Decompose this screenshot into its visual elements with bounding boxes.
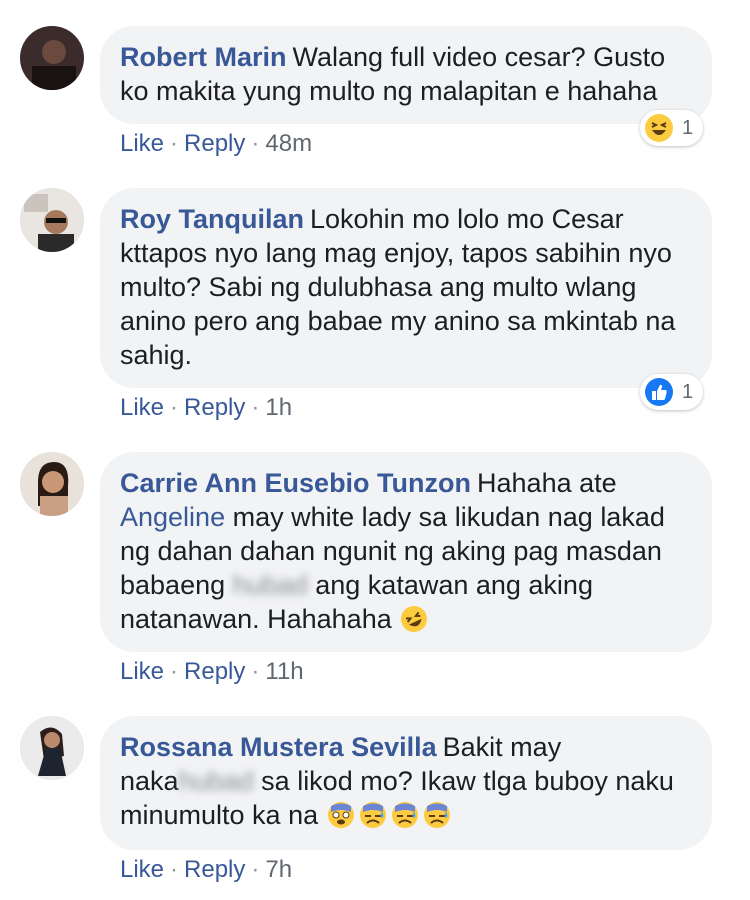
haha-emoji-icon — [645, 114, 673, 142]
rofl-emoji-icon — [401, 606, 428, 632]
timestamp[interactable]: 1h — [265, 394, 292, 421]
comment-bubble: Carrie Ann Eusebio Tunzon Hahaha ate Ange… — [100, 452, 712, 652]
comment-bubble: Roy Tanquilan Lokohin mo lolo mo Cesar kt… — [100, 188, 712, 388]
mention-link[interactable]: Angeline — [120, 502, 225, 532]
comment-actions: Like · Reply · 11h — [120, 658, 304, 686]
sad-sweat-face-icon — [359, 802, 386, 828]
blurred-word: hubad — [178, 766, 254, 796]
reply-link[interactable]: Reply — [184, 856, 245, 883]
separator: · — [170, 394, 179, 421]
blurred-word: hubad — [232, 570, 308, 600]
timestamp[interactable]: 11h — [265, 658, 303, 685]
separator: · — [251, 658, 260, 685]
timestamp[interactable]: 48m — [265, 130, 312, 157]
comment-actions: Like · Reply · 48m — [120, 130, 312, 158]
comment-author[interactable]: Roy Tanquilan — [120, 204, 304, 234]
sad-sweat-face-icon — [391, 802, 418, 828]
reaction-count: 1 — [682, 380, 694, 403]
comment-author[interactable]: Carrie Ann Eusebio Tunzon — [120, 468, 471, 498]
comment-author[interactable]: Robert Marin — [120, 42, 287, 72]
separator: · — [251, 856, 260, 883]
comment-bubble: Robert Marin Walang full video cesar? Gus… — [100, 26, 712, 124]
like-link[interactable]: Like — [120, 856, 164, 883]
reply-link[interactable]: Reply — [184, 130, 245, 157]
avatar[interactable] — [20, 188, 84, 252]
separator: · — [170, 130, 179, 157]
avatar[interactable] — [20, 452, 84, 516]
reaction-count: 1 — [682, 116, 694, 139]
reaction-badge[interactable]: 1 — [640, 110, 704, 146]
comment-text: Hahaha ate — [477, 468, 617, 498]
separator: · — [170, 658, 179, 685]
comment-bubble: Rossana Mustera Sevilla Bakit may nakahub… — [100, 716, 712, 850]
comment-actions: Like · Reply · 1h — [120, 394, 292, 422]
like-link[interactable]: Like — [120, 658, 164, 685]
comment-actions: Like · Reply · 7h — [120, 856, 292, 884]
fearful-face-icon — [327, 802, 354, 828]
like-link[interactable]: Like — [120, 130, 164, 157]
sad-sweat-face-icon — [423, 802, 450, 828]
avatar[interactable] — [20, 716, 84, 780]
reaction-badge[interactable]: 1 — [640, 374, 704, 410]
separator: · — [251, 130, 260, 157]
timestamp[interactable]: 7h — [265, 856, 292, 883]
separator: · — [170, 856, 179, 883]
reply-link[interactable]: Reply — [184, 658, 245, 685]
like-link[interactable]: Like — [120, 394, 164, 421]
avatar[interactable] — [20, 26, 84, 90]
comment-author[interactable]: Rossana Mustera Sevilla — [120, 732, 437, 762]
like-thumb-icon — [645, 378, 673, 406]
separator: · — [251, 394, 260, 421]
reply-link[interactable]: Reply — [184, 394, 245, 421]
